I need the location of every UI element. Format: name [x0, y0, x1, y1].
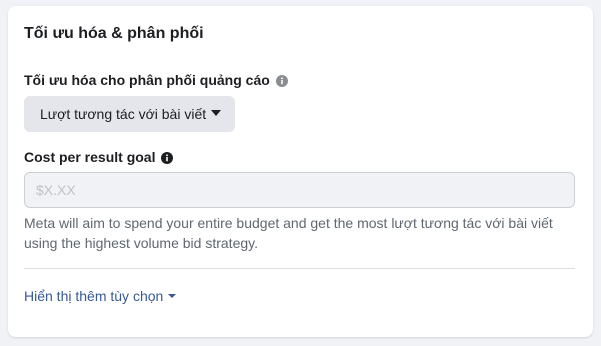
caret-down-icon	[211, 110, 221, 116]
optimization-delivery-card: Tối ưu hóa & phân phối Tối ưu hóa cho ph…	[8, 6, 593, 337]
cost-goal-label-row: Cost per result goal	[24, 149, 174, 165]
info-icon[interactable]	[161, 151, 174, 164]
caret-down-icon	[168, 294, 177, 298]
cost-goal-help-text: Meta will aim to spend your entire budge…	[24, 215, 553, 251]
optimization-label: Tối ưu hóa cho phân phối quảng cáo	[24, 72, 270, 88]
optimization-selected-value: Lượt tương tác với bài viết	[40, 106, 207, 122]
cost-goal-label: Cost per result goal	[24, 149, 156, 165]
section-title: Tối ưu hóa & phân phối	[24, 25, 204, 42]
optimization-label-row: Tối ưu hóa cho phân phối quảng cáo	[24, 72, 288, 88]
info-icon[interactable]	[275, 74, 288, 87]
optimization-dropdown[interactable]: Lượt tương tác với bài viết	[24, 96, 235, 132]
show-more-options-link[interactable]: Hiển thị thêm tùy chọn	[24, 288, 177, 304]
divider	[24, 268, 575, 269]
cost-goal-input[interactable]	[24, 172, 575, 208]
show-more-options-label: Hiển thị thêm tùy chọn	[24, 288, 164, 304]
